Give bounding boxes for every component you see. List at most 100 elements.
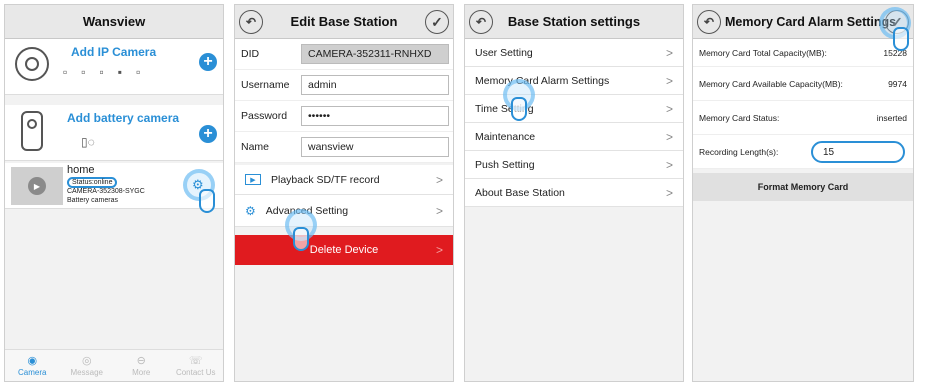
card-status-row: Memory Card Status: inserted [693, 101, 913, 135]
hand-pointer-icon [199, 189, 215, 213]
more-icon: ⊖ [136, 355, 146, 367]
settings-item-push[interactable]: Push Setting > [465, 151, 683, 179]
settings-item-time[interactable]: Time Setting > [465, 95, 683, 123]
available-capacity-row: Memory Card Available Capacity(MB): 9974 [693, 67, 913, 101]
message-icon: ◎ [81, 355, 92, 367]
settings-item-label: Push Setting [475, 158, 535, 171]
add-ip-camera-card[interactable]: Add IP Camera ▫ ▫ ▫ ▪ ▫ + [5, 39, 223, 95]
chevron-right-icon: > [435, 203, 443, 218]
settings-item-label: About Base Station [475, 186, 565, 199]
settings-item-about[interactable]: About Base Station > [465, 179, 683, 207]
did-field: DID CAMERA-352311-RNHXD [235, 39, 453, 70]
settings-item-label: Maintenance [475, 130, 536, 143]
settings-item-maintenance[interactable]: Maintenance > [465, 123, 683, 151]
add-battery-camera-label: Add battery camera [67, 111, 180, 125]
bottom-tab-bar: ◉ Camera ◎ Message ⊖ More ☏ Contact Us [5, 349, 223, 381]
total-capacity-row: Memory Card Total Capacity(MB): 15228 [693, 39, 913, 67]
chevron-right-icon: > [435, 172, 443, 187]
base-station-settings-screen: ↶ Base Station settings User Setting > M… [464, 4, 684, 382]
playback-row[interactable]: ▶ Playback SD/TF record > [235, 165, 453, 195]
settings-title: Base Station settings [507, 14, 641, 29]
username-label: Username [241, 79, 290, 91]
camera-icon: ◉ [27, 355, 38, 367]
edit-title: Edit Base Station [290, 14, 398, 29]
password-label: Password [241, 110, 288, 122]
name-field: Name wansview [235, 132, 453, 163]
device-id: CAMERA-352308-SYGC [67, 188, 145, 195]
edit-header: ↶ Edit Base Station ✓ [235, 5, 453, 39]
add-battery-camera-plus-icon[interactable]: + [199, 125, 217, 143]
username-field: Username admin [235, 70, 453, 101]
tab-camera-label: Camera [18, 368, 47, 377]
did-label: DID [241, 48, 260, 60]
contact-icon: ☏ [188, 355, 203, 367]
recording-length-row: Recording Length(s): 15 [693, 135, 913, 169]
tab-message-label: Message [70, 368, 103, 377]
device-card-home[interactable]: ▶ home Status:online CAMERA-352308-SYGC … [5, 163, 223, 213]
name-input[interactable]: wansview [301, 137, 449, 157]
delete-device-label: Delete Device [309, 244, 379, 256]
password-field: Password •••••• [235, 101, 453, 132]
ip-camera-icon [15, 47, 49, 81]
recording-length-input[interactable]: 15 [811, 141, 905, 163]
settings-header: ↶ Base Station settings [465, 5, 683, 39]
hand-pointer-icon [893, 27, 909, 51]
format-memory-card-button[interactable]: Format Memory Card [693, 173, 913, 201]
chevron-right-icon: > [665, 157, 673, 172]
delete-device-button[interactable]: Delete Device > [235, 235, 453, 265]
camera-list-screen: Wansview Add IP Camera ▫ ▫ ▫ ▪ ▫ + Add batte… [4, 4, 224, 382]
available-capacity-label: Memory Card Available Capacity(MB): [699, 78, 843, 89]
card-status-label: Memory Card Status: [699, 112, 780, 123]
device-name: home [67, 164, 95, 176]
settings-item-label: Memory Card Alarm Settings [475, 74, 610, 87]
edit-base-station-screen: ↶ Edit Base Station ✓ DID CAMERA-352311-… [234, 4, 454, 382]
tab-contact-label: Contact Us [175, 368, 216, 377]
playback-icon: ▶ [245, 174, 261, 185]
back-icon[interactable]: ↶ [697, 10, 721, 34]
hand-pointer-icon [293, 227, 309, 251]
chevron-right-icon: > [435, 243, 443, 257]
available-capacity-value: 9974 [888, 78, 907, 89]
tab-more[interactable]: ⊖ More [114, 350, 169, 381]
settings-item-user[interactable]: User Setting > [465, 39, 683, 67]
battery-camera-icon [21, 111, 43, 151]
back-icon[interactable]: ↶ [469, 10, 493, 34]
playback-label: Playback SD/TF record [271, 173, 380, 186]
device-thumbnail[interactable]: ▶ [11, 167, 63, 205]
tab-more-label: More [132, 368, 151, 377]
back-icon[interactable]: ↶ [239, 10, 263, 34]
tab-message[interactable]: ◎ Message [60, 350, 115, 381]
password-input[interactable]: •••••• [301, 106, 449, 126]
battery-models-icon: ▯◌ [81, 135, 95, 149]
app-title: Wansview [82, 14, 146, 29]
settings-gear-icon: ⚙ [245, 203, 256, 218]
did-value: CAMERA-352311-RNHXD [301, 44, 449, 64]
add-battery-camera-card[interactable]: Add battery camera ▯◌ + [5, 105, 223, 161]
chevron-right-icon: > [665, 185, 673, 200]
settings-item-label: User Setting [475, 46, 533, 59]
camera-models-icon: ▫ ▫ ▫ ▪ ▫ [63, 65, 141, 79]
confirm-icon[interactable]: ✓ [425, 10, 449, 34]
format-memory-card-label: Format Memory Card [757, 182, 849, 192]
name-label: Name [241, 141, 270, 153]
chevron-right-icon: > [665, 45, 673, 60]
chevron-right-icon: > [665, 73, 673, 88]
hand-pointer-icon [511, 97, 527, 121]
add-ip-camera-label: Add IP Camera [71, 45, 157, 59]
recording-length-label: Recording Length(s): [699, 146, 779, 157]
app-header: Wansview [5, 5, 223, 39]
tab-camera[interactable]: ◉ Camera [5, 350, 60, 381]
chevron-right-icon: > [665, 129, 673, 144]
settings-item-memory-card[interactable]: Memory Card Alarm Settings > [465, 67, 683, 95]
play-icon: ▶ [28, 177, 46, 195]
tab-contact[interactable]: ☏ Contact Us [169, 350, 224, 381]
card-status-value: inserted [876, 112, 907, 123]
device-status: Status:online [67, 177, 118, 188]
add-ip-camera-plus-icon[interactable]: + [199, 53, 217, 71]
advanced-setting-row[interactable]: ⚙ Advanced Setting > [235, 195, 453, 227]
chevron-right-icon: > [665, 101, 673, 116]
total-capacity-label: Memory Card Total Capacity(MB): [699, 47, 827, 58]
username-input[interactable]: admin [301, 75, 449, 95]
device-type: Battery cameras [67, 197, 118, 204]
memory-card-alarm-screen: ↶ Memory Card Alarm Settings ✓ Memory Ca… [692, 4, 914, 382]
